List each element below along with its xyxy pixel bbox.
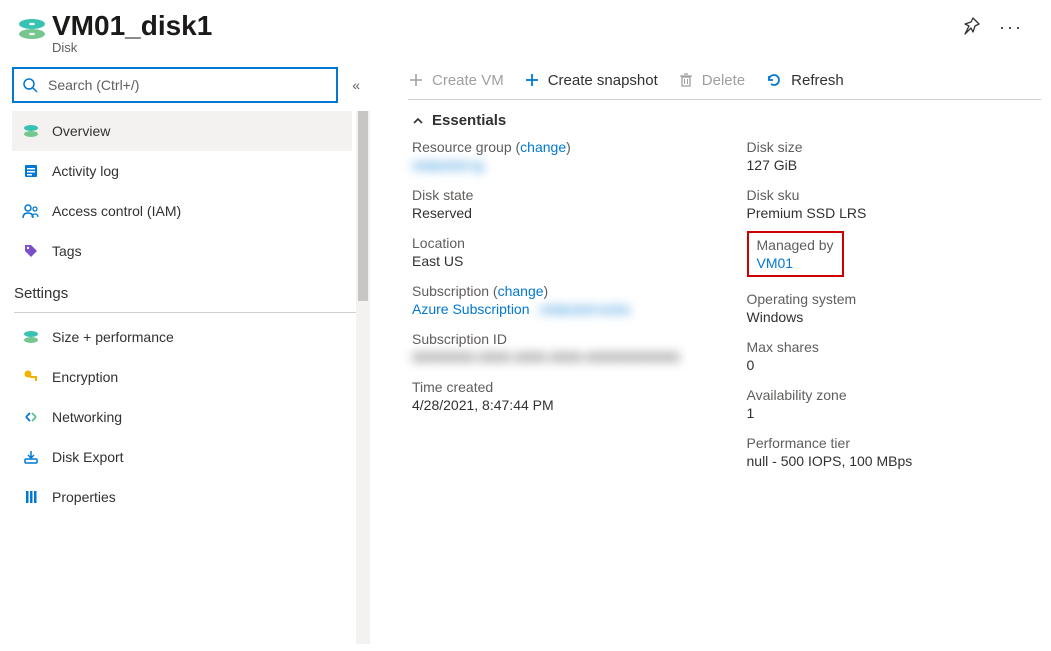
page-header: VM01_disk1 Disk ··· <box>0 0 1051 63</box>
toolbar-label: Create VM <box>432 72 504 89</box>
refresh-button[interactable]: Refresh <box>765 71 844 89</box>
disk-export-icon <box>22 449 40 465</box>
field-disk-state: Disk state Reserved <box>412 187 707 221</box>
sidebar: « Overview <box>0 63 372 644</box>
toolbar: Create VM Create snapshot Delete <box>408 65 1041 100</box>
sidebar-item-label: Activity log <box>52 163 119 179</box>
sidebar-scrollbar[interactable] <box>356 111 370 644</box>
encryption-icon <box>22 369 40 385</box>
disk-size-value: 127 GiB <box>747 157 1042 173</box>
sidebar-item-label: Size + performance <box>52 329 174 345</box>
change-resource-group-link[interactable]: change <box>520 139 566 155</box>
os-value: Windows <box>747 309 1042 325</box>
disk-icon <box>22 328 40 346</box>
disk-icon <box>22 122 40 140</box>
field-performance-tier: Performance tier null - 500 IOPS, 100 MB… <box>747 435 1042 469</box>
field-managed-by: Managed by VM01 <box>747 235 1042 277</box>
sidebar-item-label: Tags <box>52 243 82 259</box>
sidebar-item-overview[interactable]: Overview <box>12 111 352 151</box>
sidebar-item-label: Encryption <box>52 369 118 385</box>
managed-by-highlight: Managed by VM01 <box>747 231 844 277</box>
pin-icon[interactable] <box>961 16 981 39</box>
create-vm-button: Create VM <box>408 72 504 89</box>
create-snapshot-button[interactable]: Create snapshot <box>524 72 658 89</box>
search-icon <box>22 77 38 93</box>
managed-by-link[interactable]: VM01 <box>757 255 794 271</box>
page-title: VM01_disk1 <box>52 10 961 42</box>
essentials-title: Essentials <box>432 112 506 129</box>
more-icon[interactable]: ··· <box>999 17 1023 38</box>
resource-type-label: Disk <box>52 40 961 55</box>
field-time-created: Time created 4/28/2021, 8:47:44 PM <box>412 379 707 413</box>
delete-button: Delete <box>678 72 745 89</box>
divider <box>14 312 362 313</box>
field-availability-zone: Availability zone 1 <box>747 387 1042 421</box>
collapse-sidebar-icon[interactable]: « <box>348 77 364 93</box>
tags-icon <box>22 243 40 259</box>
trash-icon <box>678 72 694 88</box>
sidebar-item-label: Disk Export <box>52 449 124 465</box>
field-subscription: Subscription (change) Azure Subscription… <box>412 283 707 317</box>
disk-resource-icon <box>12 10 52 44</box>
sidebar-item-activity-log[interactable]: Activity log <box>12 151 352 191</box>
access-control-icon <box>22 203 40 219</box>
toolbar-label: Create snapshot <box>548 72 658 89</box>
sidebar-item-tags[interactable]: Tags <box>12 231 352 271</box>
subscription-id-value: 00000000-0000-0000-0000-000000000000 <box>412 349 707 365</box>
properties-icon <box>22 489 40 505</box>
sidebar-item-label: Access control (IAM) <box>52 203 181 219</box>
field-max-shares: Max shares 0 <box>747 339 1042 373</box>
field-disk-size: Disk size 127 GiB <box>747 139 1042 173</box>
field-operating-system: Operating system Windows <box>747 291 1042 325</box>
availability-zone-value: 1 <box>747 405 1042 421</box>
essentials-toggle[interactable]: Essentials <box>408 100 1041 139</box>
chevron-up-icon <box>412 115 424 127</box>
sidebar-item-access-control[interactable]: Access control (IAM) <box>12 191 352 231</box>
sidebar-item-label: Networking <box>52 409 122 425</box>
field-location: Location East US <box>412 235 707 269</box>
disk-state-value: Reserved <box>412 205 707 221</box>
sidebar-item-networking[interactable]: Networking <box>12 397 352 437</box>
sidebar-item-label: Overview <box>52 123 110 139</box>
subscription-link[interactable]: Azure Subscription <box>412 301 530 317</box>
max-shares-value: 0 <box>747 357 1042 373</box>
sidebar-item-label: Properties <box>52 489 116 505</box>
field-disk-sku: Disk sku Premium SSD LRS <box>747 187 1042 221</box>
toolbar-label: Refresh <box>791 72 844 89</box>
refresh-icon <box>765 71 783 89</box>
networking-icon <box>22 409 40 425</box>
scrollbar-thumb[interactable] <box>358 111 368 301</box>
sidebar-item-properties[interactable]: Properties <box>12 477 352 517</box>
field-subscription-id: Subscription ID 00000000-0000-0000-0000-… <box>412 331 707 365</box>
search-input[interactable] <box>46 76 328 94</box>
sidebar-item-size-performance[interactable]: Size + performance <box>12 317 352 357</box>
time-created-value: 4/28/2021, 8:47:44 PM <box>412 397 707 413</box>
sidebar-item-encryption[interactable]: Encryption <box>12 357 352 397</box>
plus-icon <box>524 72 540 88</box>
performance-tier-value: null - 500 IOPS, 100 MBps <box>747 453 1042 469</box>
toolbar-label: Delete <box>702 72 745 89</box>
activity-log-icon <box>22 163 40 179</box>
field-resource-group: Resource group (change) redacted-rg <box>412 139 707 173</box>
resource-group-value[interactable]: redacted-rg <box>412 157 484 173</box>
sidebar-section-settings: Settings <box>12 271 372 308</box>
sidebar-item-disk-export[interactable]: Disk Export <box>12 437 352 477</box>
disk-sku-value: Premium SSD LRS <box>747 205 1042 221</box>
main-content: Create VM Create snapshot Delete <box>372 63 1051 644</box>
search-box[interactable] <box>12 67 338 103</box>
location-value: East US <box>412 253 707 269</box>
change-subscription-link[interactable]: change <box>498 283 544 299</box>
